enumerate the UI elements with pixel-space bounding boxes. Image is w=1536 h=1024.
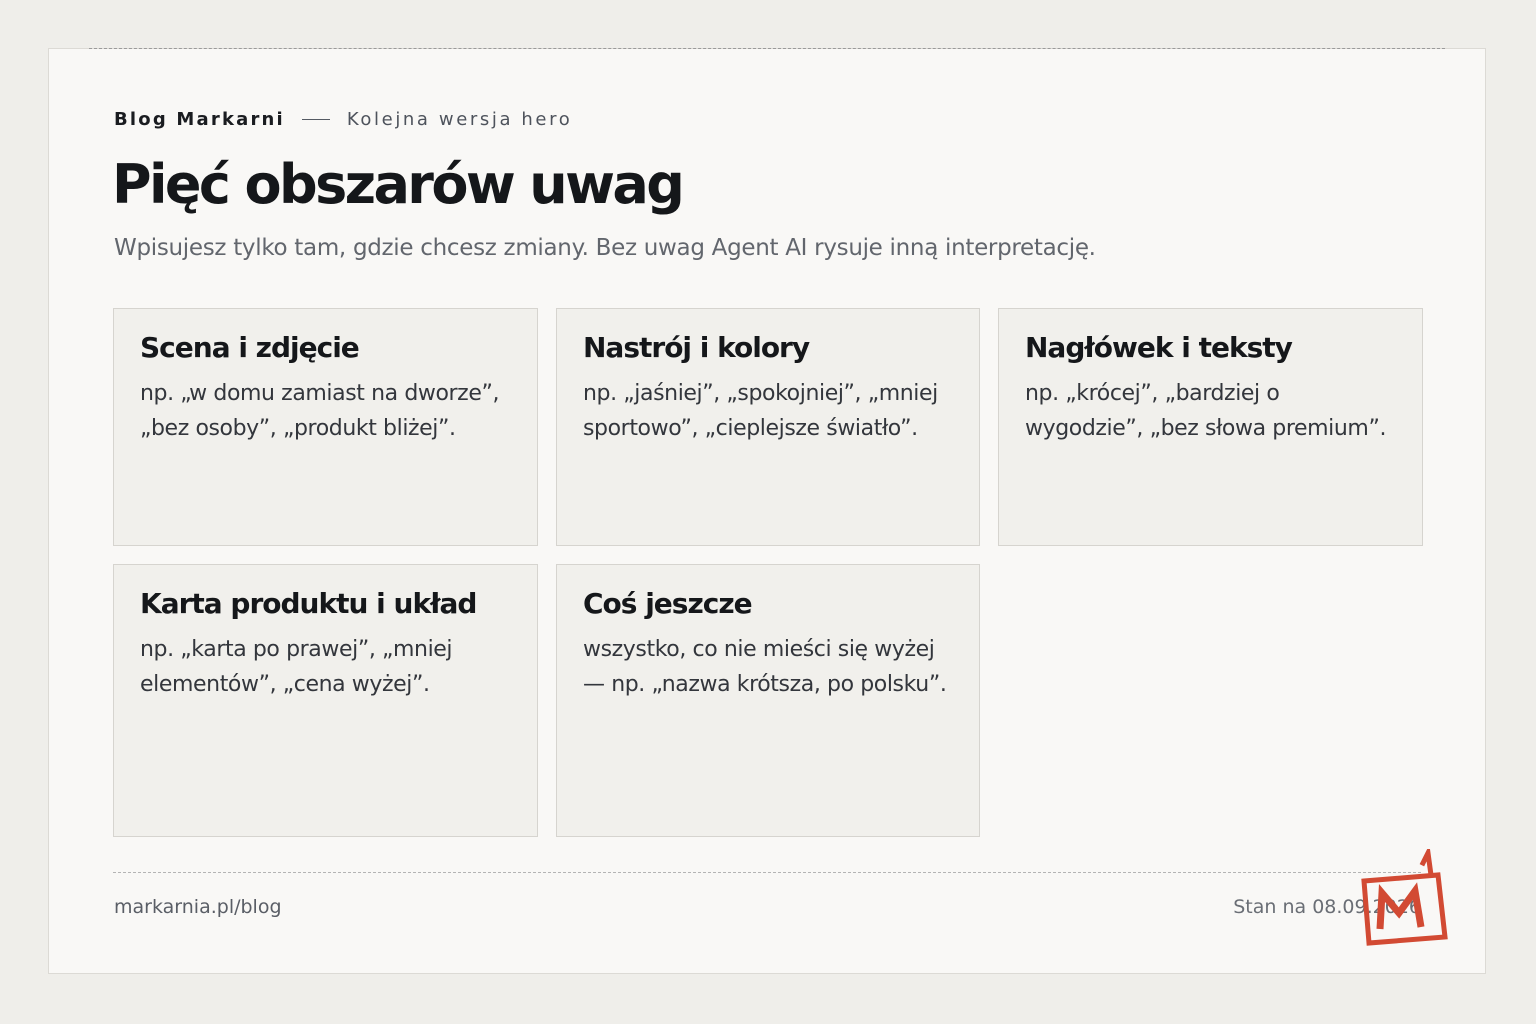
page-intro: Wpisujesz tylko tam, gdzie chcesz zmiany… <box>114 235 1096 261</box>
card-text: np. „krócej”, „bardziej o wygodzie”, „be… <box>1025 381 1387 441</box>
card-text: np. „jaśniej”, „spokojniej”, „mniej spor… <box>583 381 938 441</box>
eyebrow-dash <box>301 119 330 120</box>
card-title: Coś jeszcze <box>583 587 753 620</box>
eyebrow: Blog Markarni Kolejna wersja hero <box>114 109 572 130</box>
card-title: Nagłówek i teksty <box>1025 331 1293 364</box>
markarnia-logo-icon <box>1361 849 1448 946</box>
card-something-else: Coś jeszcze wszystko, co nie mieści się … <box>556 564 980 837</box>
top-divider <box>89 48 1445 49</box>
bottom-divider <box>113 872 1421 873</box>
slide-frame: Blog Markarni Kolejna wersja hero Pięć o… <box>48 48 1486 974</box>
card-title: Karta produktu i układ <box>140 587 477 620</box>
footer-url: markarnia.pl/blog <box>114 896 282 918</box>
eyebrow-subtitle: Kolejna wersja hero <box>346 109 573 130</box>
card-scene-photo: Scena i zdjęcie np. „w domu zamiast na d… <box>113 308 538 546</box>
card-text: np. „w domu zamiast na dworze”, „bez oso… <box>140 381 500 441</box>
card-mood-colors: Nastrój i kolory np. „jaśniej”, „spokojn… <box>556 308 980 546</box>
card-text: np. „karta po prawej”, „mniej elementów”… <box>140 637 453 697</box>
card-headline-texts: Nagłówek i teksty np. „krócej”, „bardzie… <box>998 308 1423 546</box>
card-text: wszystko, co nie mieści się wyżej — np. … <box>583 637 947 697</box>
card-title: Nastrój i kolory <box>583 331 810 364</box>
page-title: Pięć obszarów uwag <box>112 153 685 216</box>
card-product-layout: Karta produktu i układ np. „karta po pra… <box>113 564 538 837</box>
blog-brand-label: Blog Markarni <box>114 109 285 130</box>
card-title: Scena i zdjęcie <box>140 331 360 364</box>
